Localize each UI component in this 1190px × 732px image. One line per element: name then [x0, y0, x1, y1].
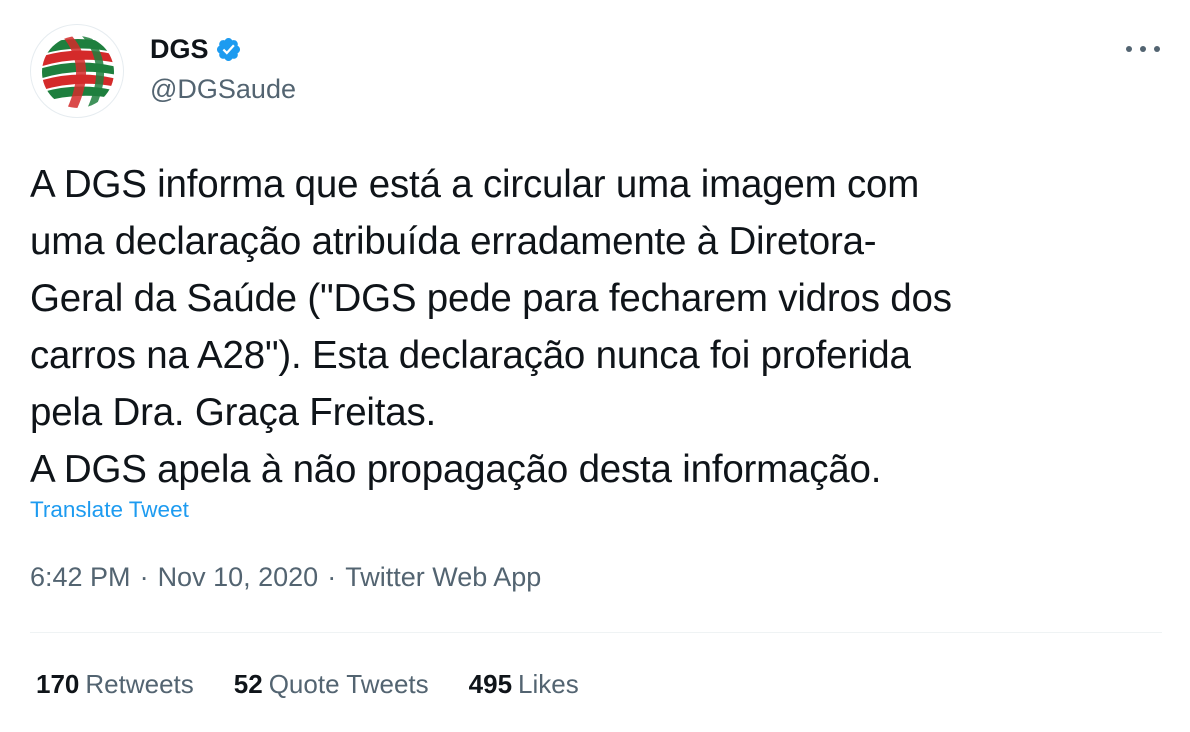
verified-badge-icon [215, 36, 242, 63]
quote-tweets-stat[interactable]: 52 Quote Tweets [234, 669, 429, 700]
tweet-text: A DGS informa que está a circular uma im… [30, 163, 952, 491]
tweet-metadata: 6:42 PM · Nov 10, 2020 · Twitter Web App [30, 562, 541, 593]
engagement-stats: 170 Retweets 52 Quote Tweets 495 Likes [36, 669, 619, 700]
separator: · [327, 562, 337, 592]
likes-label: Likes [518, 669, 579, 699]
translate-tweet-link[interactable]: Translate Tweet [30, 497, 189, 523]
tweet-time[interactable]: 6:42 PM [30, 562, 131, 593]
dot [1140, 46, 1146, 52]
author-name[interactable]: DGS [150, 34, 209, 65]
retweets-label: Retweets [85, 669, 194, 699]
quote-tweets-label: Quote Tweets [268, 669, 429, 699]
divider [30, 632, 1162, 633]
retweets-stat[interactable]: 170 Retweets [36, 669, 194, 700]
author-name-row[interactable]: DGS [150, 34, 242, 65]
retweets-count: 170 [36, 669, 80, 699]
tweet-date[interactable]: Nov 10, 2020 [158, 562, 319, 593]
quote-tweets-count: 52 [233, 669, 263, 699]
dgs-logo-icon [42, 36, 114, 108]
tweet-source[interactable]: Twitter Web App [345, 562, 541, 593]
more-options-icon[interactable] [1126, 36, 1160, 62]
separator: · [139, 562, 149, 592]
avatar[interactable] [30, 24, 124, 118]
likes-count: 495 [468, 669, 513, 699]
dot [1126, 46, 1132, 52]
dot [1154, 46, 1160, 52]
author-handle[interactable]: @DGSaude [150, 74, 296, 105]
likes-stat[interactable]: 495 Likes [469, 669, 579, 700]
